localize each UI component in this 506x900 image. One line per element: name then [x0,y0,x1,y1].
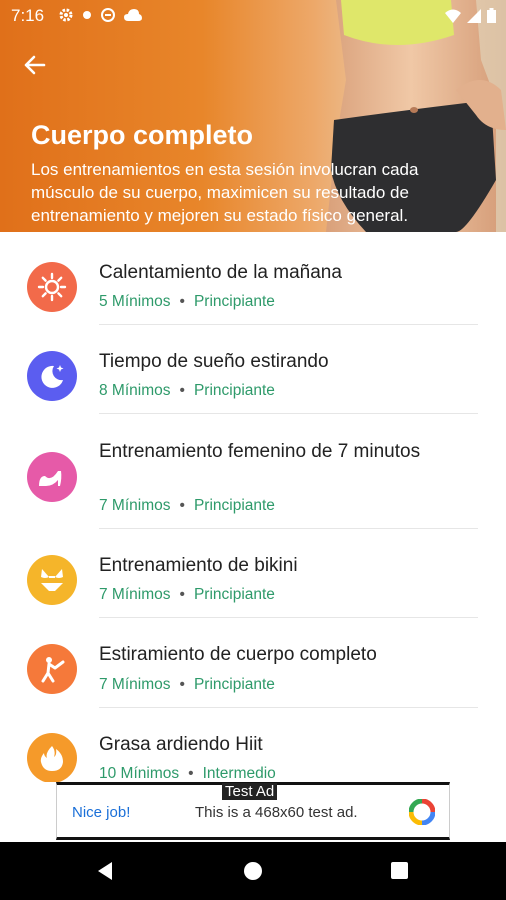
workout-meta: 5 Mínimos • Principiante [99,293,275,310]
workout-meta: 7 Mínimos • Principiante [99,497,275,514]
battery-icon [487,8,496,23]
workout-meta: 7 Mínimos • Principiante [99,676,275,693]
workout-name: Entrenamiento de bikini [99,555,298,576]
dot-icon [83,11,91,19]
list-item[interactable]: Grasa ardiendo Hiit 10 Mínimos • Intermedi… [0,708,506,782]
ad-text: This is a 468x60 test ad. [195,804,358,821]
sync-icon [101,8,115,22]
cloud-icon [124,9,142,21]
stretch-icon [27,644,77,694]
list-item[interactable]: Entrenamiento de bikini 7 Mínimos • Princi… [0,529,506,618]
list-item[interactable]: Estiramiento de cuerpo completo 7 Mínimo… [0,618,506,708]
page-title: Cuerpo completo [31,120,254,150]
workout-meta: 8 Mínimos • Principiante [99,382,275,399]
sun-icon [27,262,77,312]
ad-logo-icon [409,799,435,825]
status-time: 7:16 [11,6,45,25]
list-item[interactable]: Entrenamiento femenino de 7 minutos 7 Mí… [0,414,506,529]
ad-tag: Test Ad [222,783,278,800]
workout-name: Calentamiento de la mañana [99,262,342,283]
back-arrow-icon[interactable] [22,52,48,78]
list-item[interactable]: Calentamiento de la mañana 5 Mínimos • Pri… [0,232,506,325]
workout-meta: 7 Mínimos • Principiante [99,586,275,603]
high-heel-icon [27,452,77,502]
bikini-icon [27,555,77,605]
flame-icon [27,733,77,782]
signal-icon [467,8,481,23]
system-nav-bar [0,842,506,900]
wifi-icon [445,9,461,23]
nav-back-icon[interactable] [95,861,115,881]
list-item[interactable]: Tiempo de sueño estirando 8 Mínimos • Prin… [0,325,506,414]
workout-name: Tiempo de sueño estirando [99,351,329,372]
nav-home-icon[interactable] [243,861,263,881]
moon-icon [27,351,77,401]
workout-meta: 10 Mínimos • Intermedio [99,765,276,782]
settings-icon [59,8,73,22]
nav-recents-icon[interactable] [390,861,409,880]
ad-banner[interactable]: Test Ad Nice job! This is a 468x60 test … [56,782,450,840]
workout-name: Entrenamiento femenino de 7 minutos [99,441,421,462]
ad-nice-job[interactable]: Nice job! [72,804,130,821]
workout-name: Grasa ardiendo Hiit [99,734,263,755]
workout-list: Calentamiento de la mañana 5 Mínimos • Pri… [0,232,506,782]
page-description: Los entrenamientos en esta sesión involu… [31,160,419,225]
status-bar: 7:16 [0,0,506,32]
workout-name: Estiramiento de cuerpo completo [99,644,377,665]
